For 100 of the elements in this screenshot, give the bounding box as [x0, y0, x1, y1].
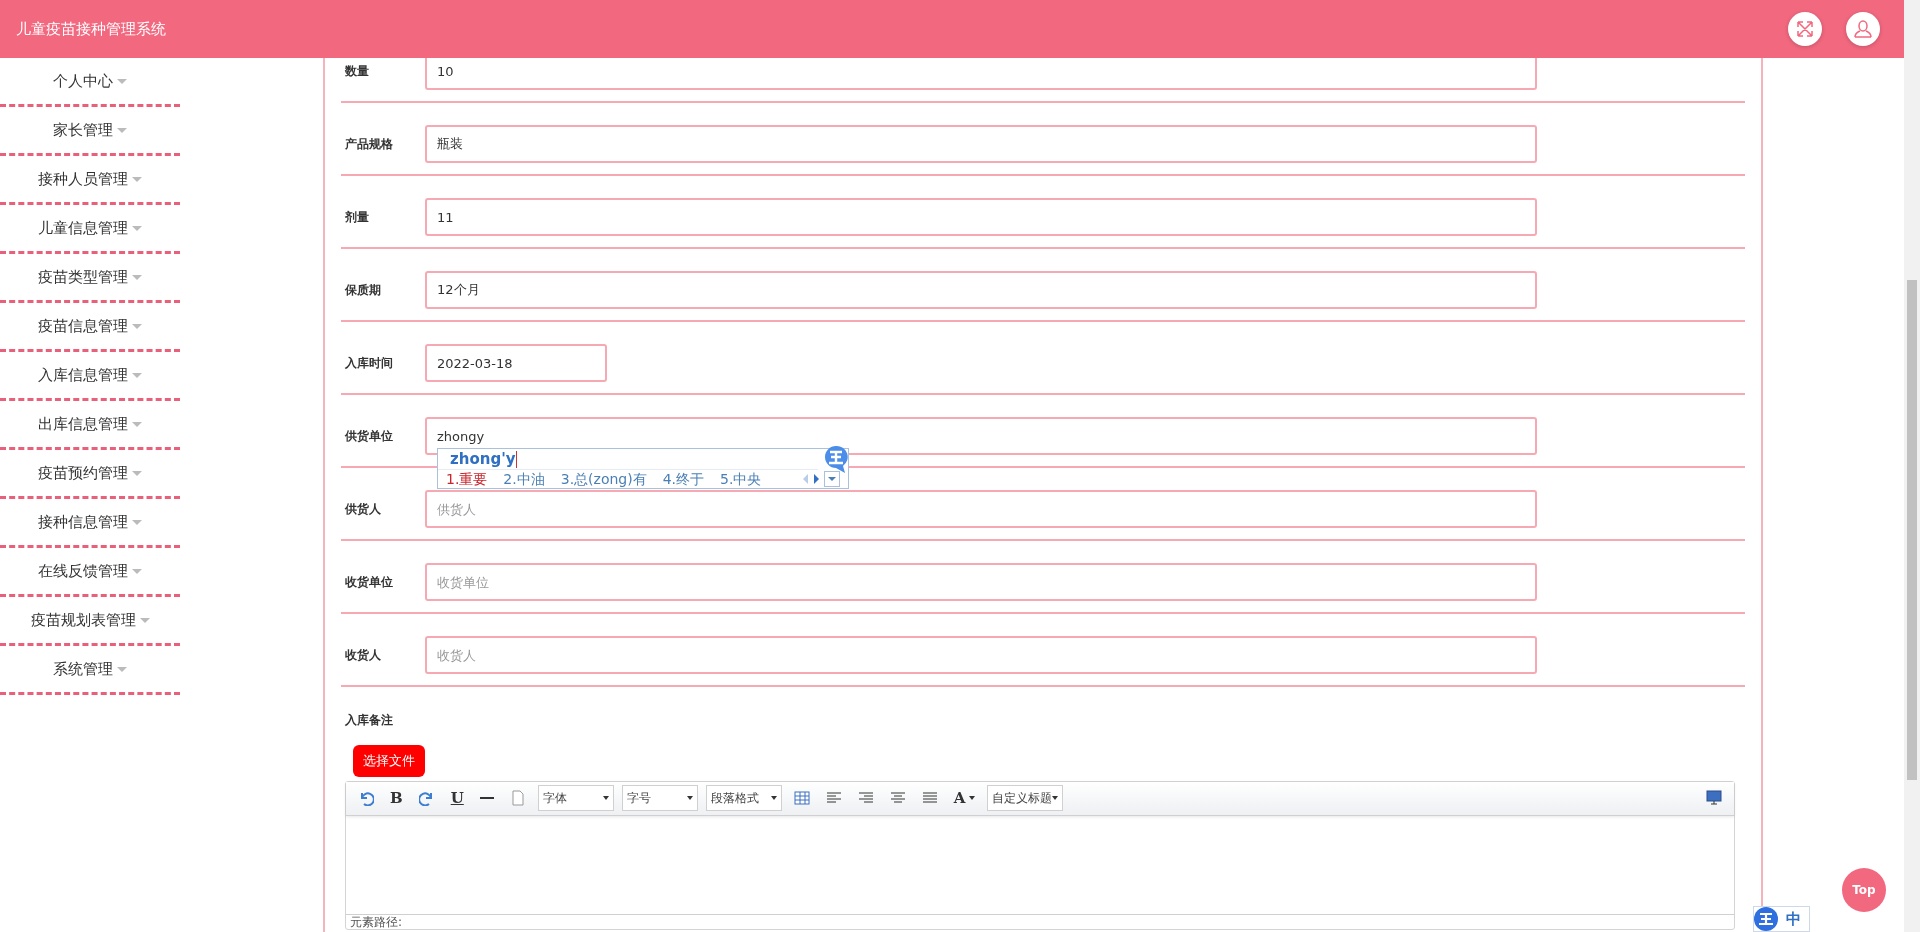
- expand-candidates-button[interactable]: [824, 471, 840, 487]
- ime-candidate[interactable]: 2.中油: [503, 470, 545, 488]
- user-button[interactable]: [1846, 12, 1880, 46]
- input-field[interactable]: 供货人: [425, 490, 1537, 528]
- scrollbar[interactable]: [1904, 0, 1920, 932]
- ime-candidate[interactable]: 4.终于: [662, 470, 705, 488]
- field-label: 剂量: [345, 209, 370, 226]
- input-mode-label[interactable]: 中: [1786, 907, 1801, 931]
- ime-candidate[interactable]: 3.总(zong)有: [560, 470, 647, 488]
- field-label: 供货单位: [345, 428, 394, 445]
- menu-label: 疫苗规划表管理: [30, 609, 136, 631]
- field-label: 产品规格: [345, 136, 394, 153]
- input-field[interactable]: 12个月: [425, 271, 1537, 309]
- menu-label: 儿童信息管理: [38, 217, 128, 239]
- select-label: 字体: [542, 790, 567, 807]
- field-label: 数量: [345, 63, 370, 80]
- input-field[interactable]: 收货单位: [425, 563, 1537, 601]
- caret-icon: [132, 568, 142, 574]
- menu-label: 接种信息管理: [38, 511, 128, 533]
- user-icon: [1854, 20, 1872, 38]
- choose-file-button[interactable]: 选择文件: [353, 745, 425, 777]
- field-label: 收货人: [345, 647, 382, 664]
- sidebar-item[interactable]: 疫苗类型管理: [0, 254, 180, 303]
- caret-icon: [132, 323, 142, 329]
- caret-icon: [117, 666, 127, 672]
- caret-icon: [132, 519, 142, 525]
- horizontal-rule-icon: [479, 797, 494, 799]
- sidebar-item[interactable]: 接种人员管理: [0, 156, 180, 205]
- menu-label: 疫苗预约管理: [38, 462, 128, 484]
- ime-candidate[interactable]: 5.中央: [720, 470, 762, 488]
- caret-icon: [132, 372, 142, 378]
- dropdown-select[interactable]: 字号: [621, 785, 698, 811]
- element-path-label: 元素路径:: [346, 913, 1734, 929]
- menu-label: 入库信息管理: [38, 364, 128, 386]
- table-icon: [793, 790, 810, 806]
- redo-icon: [418, 790, 435, 806]
- page-icon: [509, 790, 526, 806]
- next-page-icon[interactable]: [813, 473, 820, 485]
- fullscreen-button[interactable]: [1788, 12, 1822, 46]
- dropdown-select[interactable]: 字体: [537, 785, 614, 811]
- caret-icon: [132, 470, 142, 476]
- caret-icon: [117, 78, 127, 84]
- field-label: 供货人: [345, 501, 382, 518]
- align-center-icon: [889, 790, 906, 806]
- sidebar-item[interactable]: 疫苗规划表管理: [0, 597, 180, 646]
- select-label: 字号: [626, 790, 651, 807]
- menu-label: 疫苗类型管理: [38, 266, 128, 288]
- caret-icon: [770, 796, 777, 800]
- expand-icon: [1796, 20, 1814, 38]
- sidebar-item[interactable]: 家长管理: [0, 107, 180, 156]
- menu-label: 个人中心: [53, 70, 113, 92]
- caret-icon: [827, 476, 837, 482]
- caret-icon: [1052, 796, 1059, 800]
- select-label: 自定义标题: [992, 790, 1053, 807]
- caret-icon: [686, 796, 693, 800]
- ime-candidate[interactable]: 1.重要: [446, 470, 488, 488]
- field-label: 收货单位: [345, 574, 394, 591]
- field-label: 入库时间: [345, 355, 394, 372]
- menu-label: 出库信息管理: [38, 413, 128, 435]
- sidebar-item[interactable]: 疫苗预约管理: [0, 450, 180, 499]
- input-field[interactable]: 10: [425, 58, 1537, 90]
- input-field[interactable]: 收货人: [425, 636, 1537, 674]
- caret-icon: [132, 421, 142, 427]
- sidebar-item[interactable]: 出库信息管理: [0, 401, 180, 450]
- bold-button[interactable]: B: [386, 786, 407, 810]
- caret-icon: [117, 127, 127, 133]
- caret-icon: [602, 796, 609, 800]
- dropdown-select[interactable]: 段落格式: [705, 785, 782, 811]
- menu-label: 疫苗信息管理: [38, 315, 128, 337]
- dropdown-select[interactable]: 自定义标题: [987, 785, 1064, 811]
- font-color-button[interactable]: A: [949, 786, 980, 810]
- sidebar-item[interactable]: 儿童信息管理: [0, 205, 180, 254]
- align-left-icon: [825, 790, 842, 806]
- select-label: 段落格式: [710, 790, 759, 807]
- date-field[interactable]: 2022-03-18: [425, 344, 607, 382]
- sidebar-item[interactable]: 疫苗信息管理: [0, 303, 180, 352]
- menu-label: 在线反馈管理: [38, 560, 128, 582]
- undo-icon: [358, 790, 374, 806]
- monitor-icon: [1706, 790, 1722, 806]
- menu-label: 家长管理: [53, 119, 113, 141]
- field-label: 入库备注: [345, 712, 394, 729]
- sidebar-item[interactable]: 接种信息管理: [0, 499, 180, 548]
- align-right-icon: [857, 790, 874, 806]
- input-field[interactable]: 11: [425, 198, 1537, 236]
- caret-icon: [132, 176, 142, 182]
- underline-button[interactable]: U: [446, 786, 468, 810]
- sidebar-item[interactable]: 系统管理: [0, 646, 180, 695]
- sidebar-item[interactable]: 入库信息管理: [0, 352, 180, 401]
- menu-label: 接种人员管理: [38, 168, 128, 190]
- sidebar-item[interactable]: 在线反馈管理: [0, 548, 180, 597]
- field-label: 保质期: [345, 282, 382, 299]
- app-title: 儿童疫苗接种管理系统: [16, 18, 166, 40]
- caret-icon: [132, 274, 142, 280]
- input-field[interactable]: 瓶装: [425, 125, 1537, 163]
- caret-icon: [132, 225, 142, 231]
- caret-icon: [139, 617, 150, 623]
- caret-icon: [969, 796, 976, 800]
- justify-icon: [921, 790, 938, 806]
- scrollbar-thumb[interactable]: [1907, 280, 1917, 780]
- sidebar-item[interactable]: 个人中心: [0, 58, 180, 107]
